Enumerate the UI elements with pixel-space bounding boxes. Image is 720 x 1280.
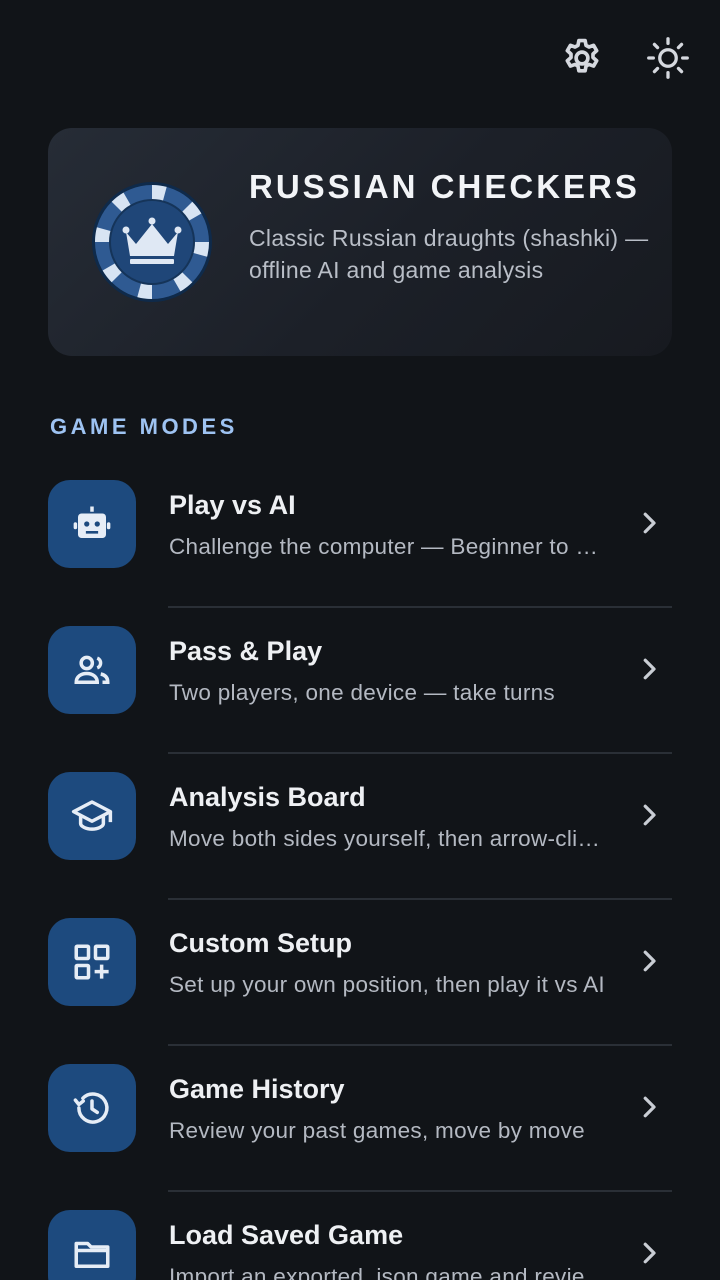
app-subtitle: Classic Russian draughts (shashki) — off… <box>249 225 649 283</box>
mode-title: Game History <box>169 1074 345 1104</box>
mode-description: Set up your own position, then play it v… <box>169 972 605 997</box>
mode-description: Two players, one device — take turns <box>169 680 555 705</box>
mode-description: Review your past games, move by move <box>169 1118 585 1143</box>
mode-item-pass-and-play[interactable]: Pass & Play Two players, one device — ta… <box>0 608 720 754</box>
mode-icon-tile <box>48 626 136 714</box>
hero-card: RUSSIAN CHECKERS Classic Russian draught… <box>48 128 672 356</box>
mode-description: Import an exported .json game and review… <box>169 1264 611 1280</box>
section-title-game-modes: GAME MODES <box>50 414 238 439</box>
chevron-right-icon <box>643 950 656 972</box>
chevron-right-icon <box>643 1096 656 1118</box>
mode-item-game-history[interactable]: Game History Review your past games, mov… <box>0 1046 720 1192</box>
people-icon <box>74 655 110 684</box>
mode-icon-tile <box>48 772 136 860</box>
mode-icon-tile <box>48 1210 136 1280</box>
graduation-cap-icon <box>71 800 113 831</box>
folder-icon <box>74 1241 110 1268</box>
mode-icon-tile <box>48 1064 136 1152</box>
chevron-right-icon <box>643 512 656 534</box>
app-title: RUSSIAN CHECKERS <box>249 168 640 205</box>
chevron-right-icon <box>643 804 656 826</box>
top-bar <box>554 30 696 86</box>
mode-item-custom-setup[interactable]: Custom Setup Set up your own position, t… <box>0 900 720 1046</box>
mode-title: Load Saved Game <box>169 1220 404 1250</box>
mode-title: Custom Setup <box>169 928 353 958</box>
history-icon <box>73 1092 109 1124</box>
game-modes-list: Play vs AI Challenge the computer — Begi… <box>0 462 720 1280</box>
mode-item-play-vs-ai[interactable]: Play vs AI Challenge the computer — Begi… <box>0 462 720 608</box>
crown-checker-icon <box>92 182 212 302</box>
mode-item-load-saved-game[interactable]: Load Saved Game Import an exported .json… <box>0 1192 720 1280</box>
theme-toggle-button[interactable] <box>640 30 696 86</box>
settings-button[interactable] <box>554 30 610 86</box>
sun-icon <box>647 37 689 79</box>
mode-title: Pass & Play <box>169 636 323 666</box>
mode-description: Move both sides yourself, then arrow-cli… <box>169 826 611 851</box>
mode-icon-tile <box>48 918 136 1006</box>
mode-title: Play vs AI <box>169 490 296 520</box>
grid-plus-icon <box>74 944 110 980</box>
chevron-right-icon <box>643 658 656 680</box>
mode-title: Analysis Board <box>169 782 366 812</box>
home-screen: RUSSIAN CHECKERS Classic Russian draught… <box>0 0 720 1280</box>
mode-icon-tile <box>48 480 136 568</box>
gear-icon <box>565 38 599 73</box>
mode-description: Challenge the computer — Beginner to Mas… <box>169 534 611 559</box>
chevron-right-icon <box>643 1242 656 1264</box>
mode-item-analysis-board[interactable]: Analysis Board Move both sides yourself,… <box>0 754 720 900</box>
robot-icon <box>73 506 111 538</box>
